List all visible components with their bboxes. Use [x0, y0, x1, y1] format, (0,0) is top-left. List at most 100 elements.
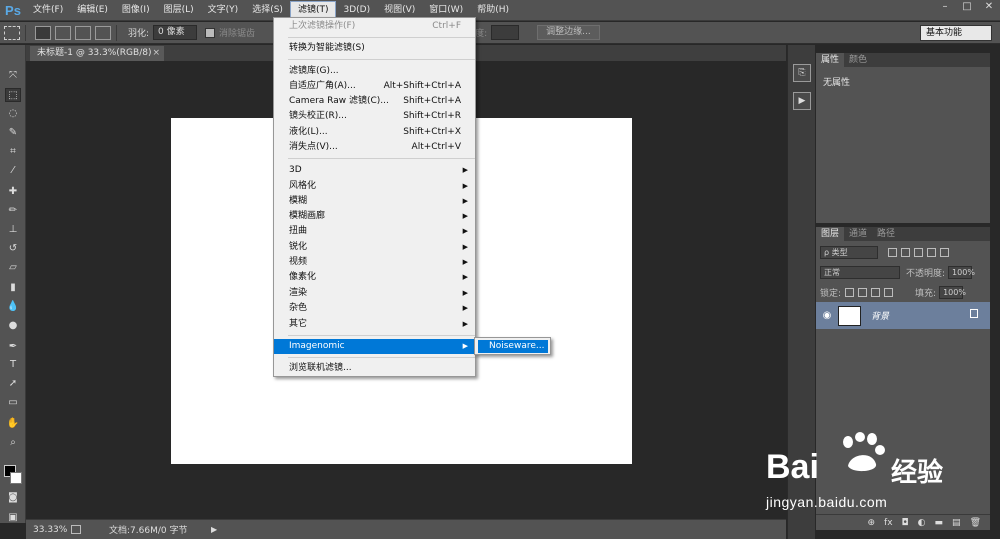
antialias-label: 消除锯齿 — [219, 29, 256, 39]
brush-tool-icon[interactable]: ✏ — [5, 204, 21, 218]
new-selection-icon[interactable] — [35, 25, 51, 40]
menu-layer[interactable]: 图层(L) — [157, 0, 201, 21]
workspace-select[interactable]: 基本功能 — [920, 25, 992, 41]
move-tool-icon[interactable]: ⤧ — [5, 69, 21, 83]
quick-select-tool-icon[interactable]: ✎ — [5, 126, 21, 140]
menu-item-sharpen[interactable]: 锐化 ▶ — [274, 240, 475, 255]
marquee-preset-icon[interactable] — [4, 25, 20, 40]
rectangle-tool-icon[interactable]: ▭ — [5, 396, 21, 410]
menu-item-vanishing-point[interactable]: 消失点(V)... Alt+Ctrl+V — [274, 140, 475, 155]
close-icon[interactable]: × — [152, 46, 160, 61]
menu-item-stylize[interactable]: 风格化 ▶ — [274, 179, 475, 194]
menu-item-browse-online-filters[interactable]: 浏览联机滤镜... — [274, 361, 475, 376]
filter-pixel-icon[interactable] — [888, 247, 897, 257]
subtract-selection-icon[interactable] — [75, 25, 91, 40]
fill-input[interactable]: 100% — [939, 285, 966, 299]
menu-item-video[interactable]: 视频 ▶ — [274, 255, 475, 270]
background-color-swatch[interactable] — [10, 472, 22, 484]
menu-item-render[interactable]: 渲染 ▶ — [274, 286, 475, 301]
antialias-checkbox[interactable] — [205, 27, 216, 38]
visibility-eye-icon[interactable]: ◉ — [816, 310, 838, 321]
menu-item-other[interactable]: 其它 ▶ — [274, 317, 475, 332]
menu-edit[interactable]: 编辑(E) — [70, 0, 115, 21]
height-input[interactable] — [491, 25, 520, 40]
menu-item-liquify[interactable]: 液化(L)... Shift+Ctrl+X — [274, 125, 475, 140]
hand-tool-icon[interactable]: ✋ — [5, 417, 21, 431]
opacity-input[interactable]: 100% — [948, 265, 975, 279]
add-selection-icon[interactable] — [55, 25, 71, 40]
lock-all-icon[interactable] — [884, 287, 894, 297]
lock-position-icon[interactable] — [871, 287, 881, 297]
feather-input[interactable]: 0 像素 — [153, 25, 198, 40]
minimize-button[interactable]: – — [934, 0, 956, 15]
intersect-selection-icon[interactable] — [95, 25, 111, 40]
history-brush-tool-icon[interactable]: ↺ — [5, 242, 21, 256]
refine-edge-button[interactable]: 调整边缘... — [537, 25, 600, 40]
crop-tool-icon[interactable]: ⌗ — [5, 145, 21, 159]
menu-item-noiseware[interactable]: Noiseware... — [478, 340, 548, 353]
actions-panel-icon[interactable]: ▶ — [793, 92, 811, 110]
dodge-tool-icon[interactable]: ● — [5, 319, 21, 333]
status-menu-arrow-icon[interactable]: ▶ — [211, 525, 217, 534]
menu-item-lens-correction[interactable]: 镜头校正(R)... Shift+Ctrl+R — [274, 109, 475, 124]
submenu-arrow-icon: ▶ — [462, 166, 468, 174]
menu-item-camera-raw[interactable]: Camera Raw 滤镜(C)... Shift+Ctrl+A — [274, 94, 475, 109]
menu-item-blur[interactable]: 模糊 ▶ — [274, 194, 475, 209]
menu-item-filter-gallery[interactable]: 滤镜库(G)... — [274, 64, 475, 79]
blend-mode-select[interactable]: 正常 — [820, 265, 900, 279]
menu-item-label: 消失点(V)... — [289, 142, 338, 152]
menu-item-imagenomic[interactable]: Imagenomic ▶ — [274, 339, 475, 354]
close-button[interactable]: ✕ — [978, 0, 1000, 15]
filter-shape-icon[interactable] — [927, 247, 936, 257]
tab-color[interactable]: 颜色 — [844, 53, 872, 67]
clone-stamp-tool-icon[interactable]: ⊥ — [5, 223, 21, 237]
zoom-level[interactable]: 33.33% — [33, 525, 69, 535]
menu-item-3d[interactable]: 3D ▶ — [274, 163, 475, 178]
menu-item-noise[interactable]: 杂色 ▶ — [274, 301, 475, 316]
menu-type[interactable]: 文字(Y) — [201, 0, 246, 21]
lasso-tool-icon[interactable]: ◌ — [5, 107, 21, 121]
tab-channels[interactable]: 通道 — [844, 227, 872, 241]
menu-item-convert-smart-filter[interactable]: 转换为智能滤镜(S) — [274, 41, 475, 56]
menu-help[interactable]: 帮助(H) — [470, 0, 516, 21]
filter-smart-object-icon[interactable] — [940, 247, 949, 257]
lock-transparency-icon[interactable] — [845, 287, 855, 297]
menu-image[interactable]: 图像(I) — [115, 0, 157, 21]
pen-tool-icon[interactable]: ✒ — [5, 340, 21, 354]
type-tool-icon[interactable]: T — [5, 358, 21, 372]
blur-tool-icon[interactable]: 💧 — [5, 300, 21, 314]
eyedropper-tool-icon[interactable]: ⁄ — [5, 164, 21, 178]
menu-item-pixelate[interactable]: 像素化 ▶ — [274, 270, 475, 285]
history-panel-icon[interactable]: ⎘ — [793, 64, 811, 82]
tab-paths[interactable]: 路径 — [872, 227, 900, 241]
lock-pixels-icon[interactable] — [858, 287, 868, 297]
menu-item-adaptive-wide-angle[interactable]: 自适应广角(A)... Alt+Shift+Ctrl+A — [274, 79, 475, 94]
share-icon[interactable] — [71, 525, 81, 534]
gradient-tool-icon[interactable]: ▮ — [5, 281, 21, 295]
status-bar: 33.33% 文档:7.66M/0 字节 ▶ — [26, 519, 786, 539]
submenu-arrow-icon: ▶ — [462, 258, 468, 266]
maximize-button[interactable]: □ — [956, 0, 978, 15]
layer-row-background[interactable]: ◉ 背景 — [816, 302, 990, 329]
tab-properties[interactable]: 属性 — [816, 53, 845, 67]
layer-kind-select[interactable]: ρ 类型 — [820, 245, 878, 259]
path-select-tool-icon[interactable]: ➚ — [5, 377, 21, 391]
healing-brush-tool-icon[interactable]: ✚ — [5, 185, 21, 199]
eraser-tool-icon[interactable]: ▱ — [5, 261, 21, 275]
menu-item-last-filter[interactable]: 上次滤镜操作(F) Ctrl+F — [274, 19, 475, 34]
layer-name[interactable]: 背景 — [871, 309, 889, 322]
filter-type-icon[interactable] — [914, 247, 923, 257]
filter-adjustment-icon[interactable] — [901, 247, 910, 257]
menu-item-distort[interactable]: 扭曲 ▶ — [274, 224, 475, 239]
shortcut-label: Ctrl+F — [432, 21, 461, 31]
menu-file[interactable]: 文件(F) — [26, 0, 70, 21]
menu-item-blur-gallery[interactable]: 模糊画廊 ▶ — [274, 209, 475, 224]
quick-mask-icon[interactable]: ◙ — [5, 491, 21, 505]
opacity-label: 不透明度: — [906, 268, 946, 279]
marquee-tool-icon[interactable]: ⬚ — [5, 88, 21, 102]
zoom-tool-icon[interactable]: ⌕ — [5, 436, 21, 450]
screen-mode-icon[interactable]: ▣ — [5, 511, 21, 525]
document-tab[interactable]: 未标题-1 @ 33.3%(RGB/8) × — [30, 46, 164, 61]
document-tab-title: 未标题-1 @ 33.3%(RGB/8) — [37, 48, 152, 58]
tab-layers[interactable]: 图层 — [816, 227, 845, 241]
